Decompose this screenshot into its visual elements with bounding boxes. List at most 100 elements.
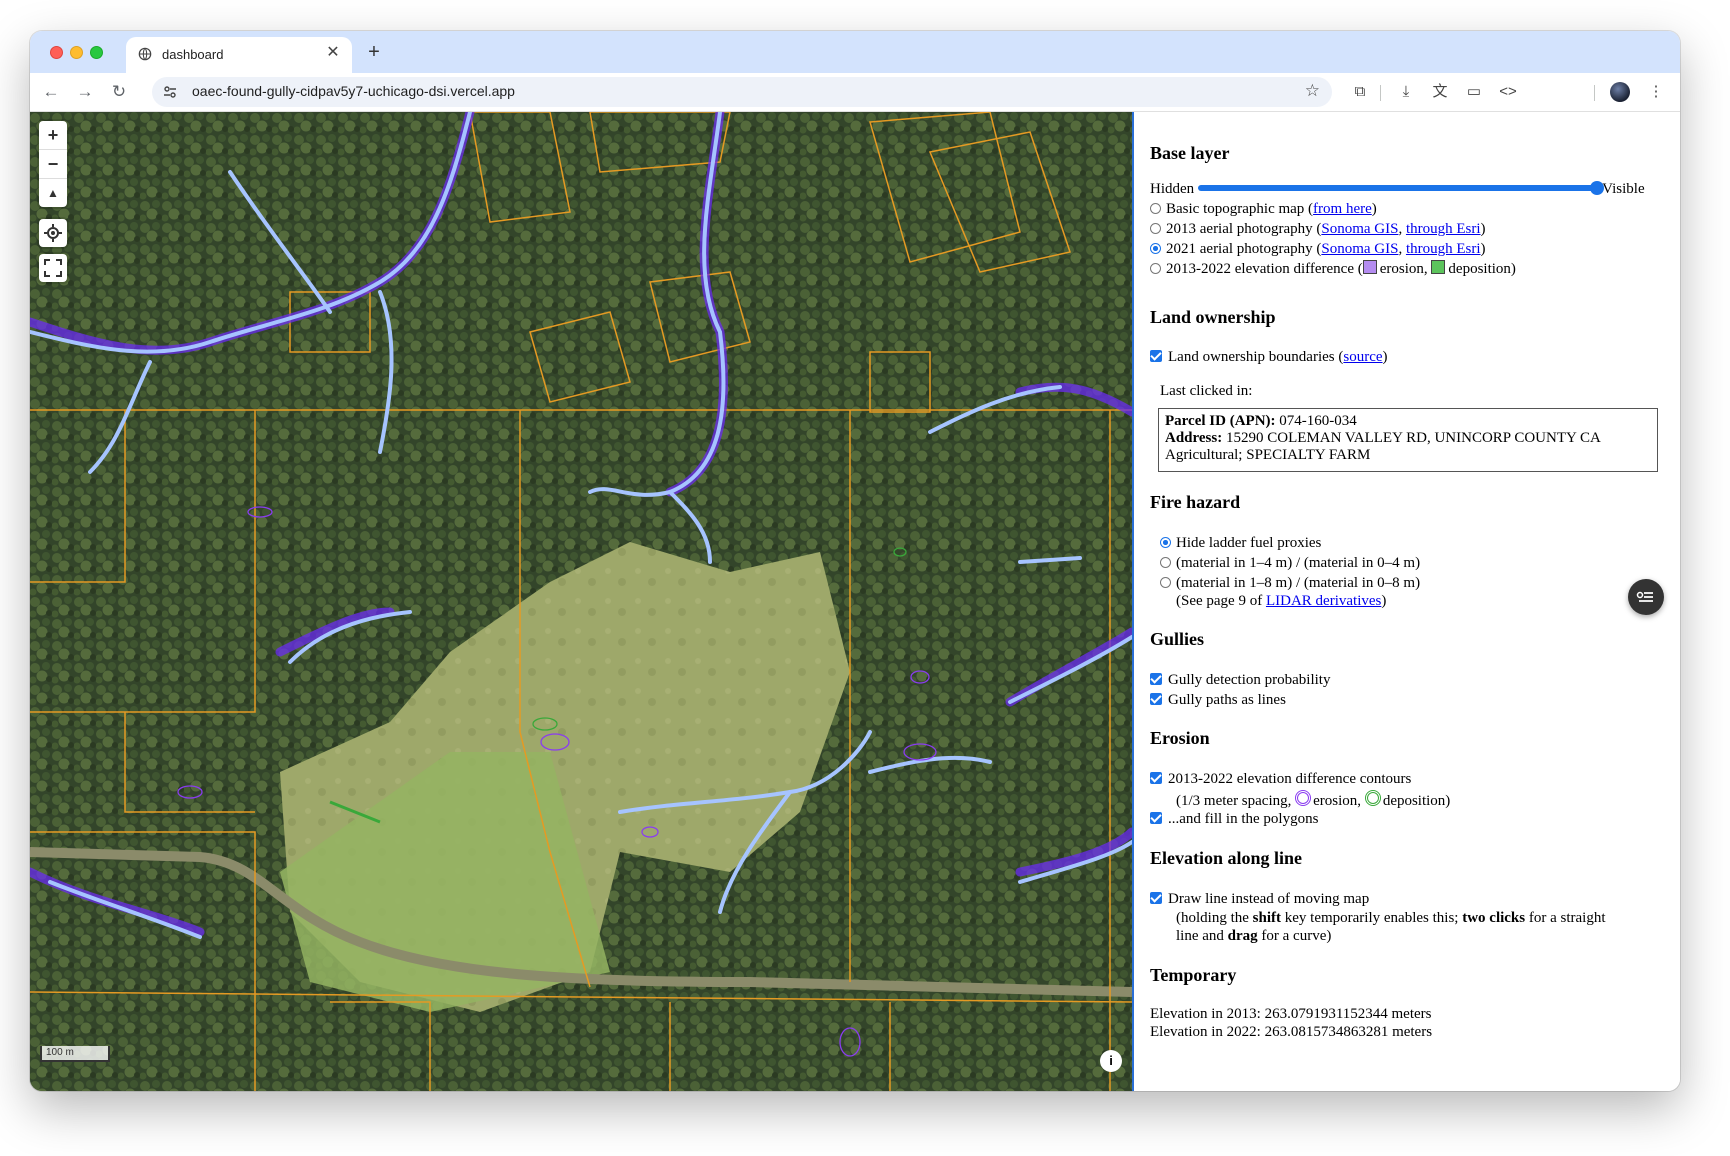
toolbar-divider: [1380, 85, 1381, 101]
last-clicked-label: Last clicked in:: [1160, 383, 1253, 399]
option-label: 2013 aerial photography (: [1166, 221, 1322, 237]
fill-polygons-toggle[interactable]: ...and fill in the polygons: [1150, 810, 1318, 828]
erosion-swatch: [1362, 260, 1377, 274]
bookmark-star-icon[interactable]: ☆: [1305, 81, 1320, 101]
deposition-ring-icon: [1364, 790, 1381, 806]
geolocate-button[interactable]: [39, 219, 67, 247]
draw-line-help-1: (holding the shift key temporarily enabl…: [1176, 909, 1606, 927]
parcel-id-value: 074-160-034: [1279, 413, 1357, 429]
option-label: (material in 1–8 m) / (material in 0–8 m…: [1176, 575, 1421, 591]
radio-2021[interactable]: [1150, 243, 1161, 254]
back-button[interactable]: ←: [38, 79, 64, 105]
note-suffix: ): [1381, 593, 1387, 609]
slider-visible-label: Visible: [1602, 181, 1645, 197]
option-label: 2013-2022 elevation difference (: [1166, 261, 1363, 277]
menu-kebab-icon[interactable]: ⋮: [1644, 80, 1668, 104]
erosion-label: erosion,: [1313, 793, 1362, 809]
from-here-link[interactable]: from here: [1313, 201, 1372, 217]
map-view[interactable]: + − ▲ 100 m i: [30, 112, 1132, 1091]
toolbar-divider: [1594, 85, 1595, 101]
erosion-heading: Erosion: [1150, 728, 1210, 748]
option-label: 2021 aerial photography (: [1166, 241, 1322, 257]
radio-elevation-diff[interactable]: [1150, 263, 1161, 274]
fire-option-hide[interactable]: Hide ladder fuel proxies: [1160, 534, 1321, 552]
contour-spacing-note: (1/3 meter spacing, erosion, deposition): [1176, 790, 1450, 810]
base-option-elevation-diff[interactable]: 2013-2022 elevation difference (erosion,…: [1150, 260, 1516, 278]
checkbox-label: ...and fill in the polygons: [1168, 811, 1319, 827]
minimize-window-button[interactable]: [70, 46, 83, 59]
checkbox-label: Gully paths as lines: [1168, 692, 1286, 708]
gully-lines-checkbox[interactable]: [1150, 693, 1162, 705]
url-text: oaec-found-gully-cidpav5y7-uchicago-dsi.…: [192, 83, 515, 99]
address-bar[interactable]: oaec-found-gully-cidpav5y7-uchicago-dsi.…: [152, 77, 1332, 107]
info-icon[interactable]: i: [1100, 1050, 1122, 1072]
fill-polygons-checkbox[interactable]: [1150, 812, 1162, 824]
checkbox-label: Land ownership boundaries (: [1168, 349, 1344, 365]
download-icon[interactable]: ⤓: [1394, 80, 1418, 104]
lidar-derivatives-link[interactable]: LIDAR derivatives: [1266, 593, 1381, 609]
option-tail: ): [1480, 221, 1486, 237]
sonoma-gis-link[interactable]: Sonoma GIS: [1321, 221, 1398, 237]
base-layer-slider-row: Hidden Visible: [1150, 180, 1645, 198]
fire-option-1-8[interactable]: (material in 1–8 m) / (material in 0–8 m…: [1160, 574, 1420, 592]
compass-button[interactable]: ▲: [39, 179, 67, 207]
note-prefix: (See page 9 of: [1176, 593, 1266, 609]
land-ownership-checkbox[interactable]: [1150, 350, 1162, 362]
radio-fire-1-8[interactable]: [1160, 577, 1171, 588]
new-tab-button[interactable]: +: [362, 40, 386, 64]
parcel-info-box: Parcel ID (APN): 074-160-034 Address: 15…: [1158, 408, 1658, 472]
radio-fire-1-4[interactable]: [1160, 557, 1171, 568]
forward-button[interactable]: →: [72, 79, 98, 105]
fullscreen-icon: [44, 259, 62, 277]
profile-avatar[interactable]: [1610, 82, 1630, 102]
erosion-ring-icon: [1295, 790, 1312, 806]
deposition-label: deposition): [1382, 793, 1451, 809]
source-link[interactable]: source: [1343, 349, 1382, 365]
contours-checkbox[interactable]: [1150, 772, 1162, 784]
base-layer-opacity-slider[interactable]: [1198, 181, 1605, 195]
elevation-2022: Elevation in 2022: 263.0815734863281 met…: [1150, 1024, 1433, 1040]
land-ownership-toggle[interactable]: Land ownership boundaries (source): [1150, 348, 1388, 366]
radio-2013[interactable]: [1150, 223, 1161, 234]
base-option-topographic[interactable]: Basic topographic map (from here): [1150, 200, 1377, 218]
tab-dashboard[interactable]: dashboard ✕: [126, 37, 352, 73]
fullscreen-button[interactable]: [39, 254, 67, 282]
gully-probability-checkbox[interactable]: [1150, 673, 1162, 685]
parcel-id-row: Parcel ID (APN): 074-160-034: [1165, 413, 1651, 430]
aerial-map-canvas[interactable]: [30, 112, 1132, 1091]
radio-fire-hide[interactable]: [1160, 537, 1171, 548]
devices-icon[interactable]: ▭: [1462, 80, 1486, 104]
base-option-2021[interactable]: 2021 aerial photography (Sonoma GIS, thr…: [1150, 240, 1486, 258]
option-tail: ): [1480, 241, 1486, 257]
through-esri-link[interactable]: through Esri: [1406, 221, 1481, 237]
contours-toggle[interactable]: 2013-2022 elevation difference contours: [1150, 770, 1411, 788]
parcel-id-label: Parcel ID (APN):: [1165, 413, 1276, 429]
tab-title: dashboard: [162, 47, 224, 62]
code-icon[interactable]: <>: [1496, 80, 1520, 104]
checkbox-label: 2013-2022 elevation difference contours: [1168, 771, 1412, 787]
through-esri-link[interactable]: through Esri: [1406, 241, 1481, 257]
fire-hazard-heading: Fire hazard: [1150, 492, 1241, 512]
gully-probability-toggle[interactable]: Gully detection probability: [1150, 671, 1330, 689]
close-window-button[interactable]: [50, 46, 63, 59]
site-info-icon[interactable]: [162, 84, 178, 100]
help-text: (holding the: [1176, 910, 1253, 926]
gully-lines-toggle[interactable]: Gully paths as lines: [1150, 691, 1286, 709]
help-bold: drag: [1227, 928, 1258, 944]
draw-line-toggle[interactable]: Draw line instead of moving map: [1150, 890, 1369, 908]
reload-button[interactable]: ↻: [106, 79, 132, 105]
zoom-in-button[interactable]: +: [39, 121, 67, 150]
fire-option-1-4[interactable]: (material in 1–4 m) / (material in 0–4 m…: [1160, 554, 1420, 572]
base-layer-heading: Base layer: [1150, 143, 1230, 163]
floating-action-button[interactable]: [1628, 579, 1664, 615]
zoom-out-button[interactable]: −: [39, 150, 67, 179]
radio-topographic[interactable]: [1150, 203, 1161, 214]
close-tab-icon[interactable]: ✕: [324, 44, 342, 62]
maximize-window-button[interactable]: [90, 46, 103, 59]
option-tail: ): [1371, 201, 1377, 217]
sonoma-gis-link[interactable]: Sonoma GIS: [1321, 241, 1398, 257]
extensions-icon[interactable]: ⧉: [1348, 80, 1372, 104]
draw-line-checkbox[interactable]: [1150, 892, 1162, 904]
base-option-2013[interactable]: 2013 aerial photography (Sonoma GIS, thr…: [1150, 220, 1486, 238]
translate-icon[interactable]: 文: [1428, 80, 1452, 104]
